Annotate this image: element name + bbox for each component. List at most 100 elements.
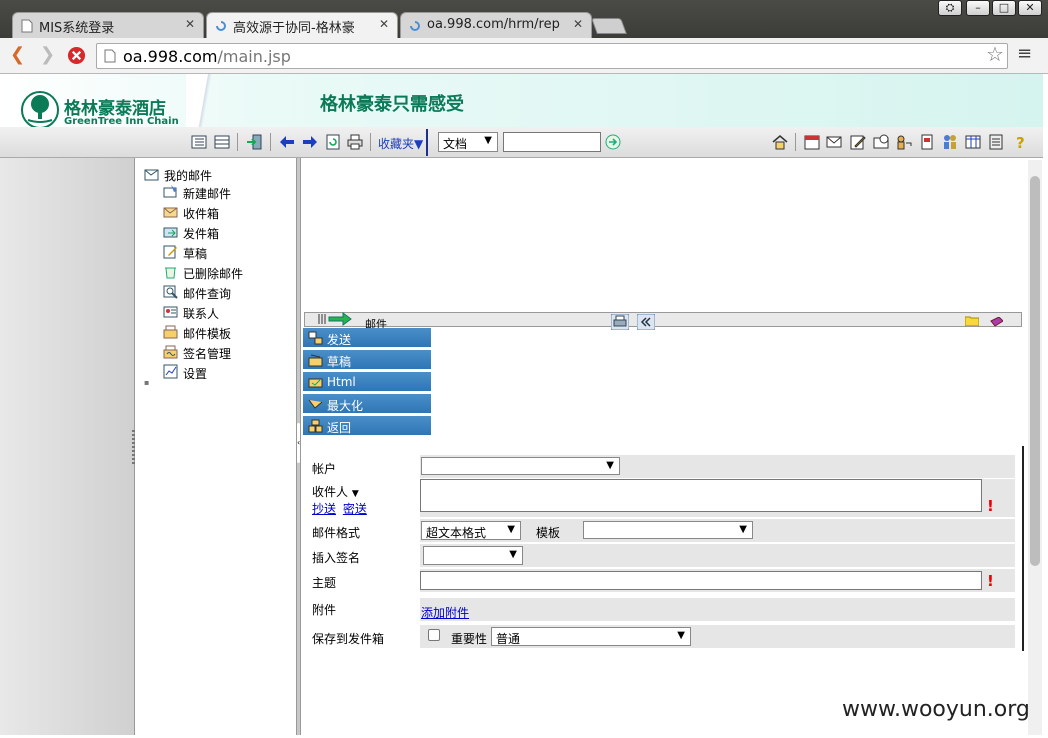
- chevron-down-icon: ▼: [507, 524, 515, 535]
- notes-icon[interactable]: [988, 134, 1004, 150]
- collapse-left-icon[interactable]: [637, 314, 655, 330]
- importance-select[interactable]: 普通 ▼: [491, 627, 691, 646]
- new-tab-button[interactable]: [591, 18, 627, 34]
- draft-label: 草稿: [327, 355, 352, 369]
- user-profile-icon[interactable]: ⛭: [938, 0, 962, 16]
- account-label: 帐户: [312, 462, 337, 476]
- arrow-left-icon[interactable]: [279, 134, 295, 150]
- app-toolbar: 收藏夹▼ 文档 ▼ ?: [0, 127, 1043, 158]
- bcc-link[interactable]: 密送: [343, 502, 367, 516]
- mailbox-icon: [144, 169, 159, 181]
- recycle-bin-icon: [165, 267, 176, 279]
- people-icon[interactable]: [942, 134, 958, 150]
- draft-icon: [308, 354, 323, 367]
- subject-field: !: [420, 569, 1015, 592]
- send-button[interactable]: 发送: [303, 328, 431, 348]
- folder-icon[interactable]: [965, 315, 979, 326]
- collapse-handle[interactable]: ‹: [297, 423, 300, 463]
- panel-splitter[interactable]: ‹: [296, 158, 301, 735]
- detail-view-icon[interactable]: [214, 134, 230, 150]
- meeting-icon[interactable]: [873, 134, 889, 150]
- tree-label: 邮件模板: [183, 327, 232, 341]
- tree-logo-icon: [21, 91, 59, 129]
- menu-icon[interactable]: ≡: [1017, 45, 1032, 63]
- calendar-icon[interactable]: [804, 134, 820, 150]
- maximize-button[interactable]: □: [992, 0, 1016, 16]
- scrollbar-thumb[interactable]: [1030, 176, 1040, 566]
- attachment-label: 附件: [312, 603, 337, 617]
- browser-tab-hrm-report[interactable]: oa.998.com/hrm/rep ✕: [400, 12, 592, 38]
- required-marker-icon: !: [987, 572, 994, 590]
- back-button[interactable]: 返回: [303, 416, 431, 436]
- tab-title: MIS系统登录: [39, 21, 115, 36]
- window-close-button[interactable]: ✕: [1018, 0, 1042, 16]
- mail-icon[interactable]: [826, 134, 842, 150]
- signature-icon: [163, 345, 178, 359]
- tree-label: 邮件查询: [183, 287, 232, 301]
- cc-link[interactable]: 抄送: [312, 502, 336, 516]
- arrow-right-icon[interactable]: [302, 134, 318, 150]
- url-input[interactable]: oa.998.com/main.jsp: [96, 43, 1008, 69]
- users-key-icon[interactable]: [896, 134, 912, 150]
- chevron-down-icon: ▼: [677, 630, 685, 641]
- toolbar-separator: [270, 133, 271, 151]
- help-icon[interactable]: ?: [1012, 134, 1028, 150]
- maximize-editor-button[interactable]: 最大化: [303, 394, 431, 414]
- tree-label: 草稿: [183, 247, 208, 261]
- go-icon[interactable]: [605, 134, 621, 150]
- book-icon[interactable]: [989, 317, 1003, 328]
- template-label: 模板: [536, 526, 561, 540]
- attachment-field: 添加附件: [420, 598, 1015, 621]
- print-icon[interactable]: [611, 314, 629, 330]
- recipient-input[interactable]: [420, 479, 982, 512]
- list-view-icon[interactable]: [191, 134, 207, 150]
- account-field: ▼: [420, 455, 1015, 478]
- address-bar-row: ❮ ❯ oa.998.com/main.jsp ☆ ≡: [0, 38, 1048, 74]
- attachment-row: 附件 添加附件: [308, 598, 1015, 622]
- exit-icon[interactable]: [246, 134, 262, 150]
- cc-bcc-links: 抄送 密送: [312, 500, 367, 517]
- favorites-menu[interactable]: 收藏夹▼: [378, 135, 423, 152]
- caret-down-icon: ▼: [351, 489, 359, 499]
- print-icon[interactable]: [347, 134, 363, 150]
- chevron-down-icon: ▼: [606, 460, 614, 471]
- table-icon[interactable]: [965, 134, 981, 150]
- doc-type-select[interactable]: 文档 ▼: [438, 132, 498, 152]
- card-icon[interactable]: [919, 134, 935, 150]
- browser-tab-oa-main[interactable]: 高效源于协同-格林豪 ✕: [206, 12, 398, 38]
- forward-icon[interactable]: ❯: [40, 46, 55, 64]
- tab-title: 高效源于协同-格林豪: [233, 21, 355, 36]
- app-header: 格林豪泰酒店 GreenTree Inn Chain 格林豪泰只需感受: [0, 74, 1043, 129]
- back-label: 返回: [327, 421, 352, 435]
- search-input[interactable]: [503, 132, 601, 152]
- tree-label: 新建邮件: [183, 187, 232, 201]
- edit-icon[interactable]: [850, 134, 866, 150]
- logo-english-name: GreenTree Inn Chain: [64, 116, 179, 127]
- outbox-icon: [163, 227, 178, 238]
- mail-title-bar: 邮件: [304, 312, 1022, 331]
- watermark: www.wooyun.org: [842, 697, 1030, 722]
- subject-input[interactable]: [420, 571, 982, 590]
- account-select[interactable]: ▼: [421, 457, 620, 475]
- close-icon[interactable]: ✕: [573, 17, 583, 31]
- template-select[interactable]: ▼: [583, 521, 753, 539]
- minimize-button[interactable]: –: [966, 0, 990, 16]
- close-icon[interactable]: ✕: [185, 17, 195, 31]
- recipient-label[interactable]: 收件人 ▼: [312, 483, 359, 500]
- home-icon[interactable]: [772, 134, 788, 150]
- bookmark-star-icon[interactable]: ☆: [986, 44, 1004, 64]
- html-toggle-button[interactable]: Html: [303, 372, 431, 392]
- save-draft-button[interactable]: 草稿: [303, 350, 431, 370]
- resize-grip[interactable]: [132, 430, 135, 466]
- signature-select[interactable]: ▼: [423, 546, 523, 565]
- stop-icon[interactable]: [67, 46, 86, 65]
- contact-card-icon: [163, 306, 178, 318]
- back-icon[interactable]: ❮: [10, 46, 25, 64]
- save-to-outbox-checkbox[interactable]: [428, 629, 440, 641]
- search-mail-icon: [163, 285, 178, 299]
- add-attachment-link[interactable]: 添加附件: [421, 604, 469, 621]
- browser-tab-mis-login[interactable]: MIS系统登录 ✕: [12, 12, 204, 38]
- close-icon[interactable]: ✕: [379, 17, 389, 31]
- refresh-icon[interactable]: [325, 134, 341, 150]
- format-select[interactable]: 超文本格式 ▼: [421, 521, 521, 540]
